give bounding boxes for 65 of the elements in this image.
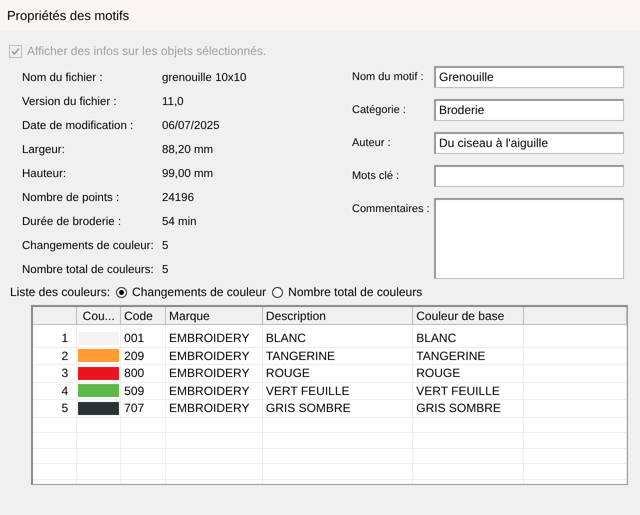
checkbox-label: Afficher des infos sur les objets sélectionnés. [27, 44, 266, 58]
field-label: Mots clé : [352, 169, 400, 184]
info-value: 24196 [162, 192, 195, 204]
input-field[interactable]: Grenouille [434, 66, 624, 88]
table-cell: GRIS SOMBRE [412, 400, 524, 417]
info-value: 06/07/2025 [162, 120, 221, 132]
info-label: Changements de couleur: [22, 240, 155, 252]
row-number: 2 [33, 347, 77, 364]
column-header[interactable]: Description [262, 307, 413, 324]
field-label: Auteur : [352, 136, 392, 151]
column-header[interactable]: Marque [166, 307, 262, 324]
color-list-label: Liste des couleurs: [10, 285, 110, 299]
table-cell: 509 [120, 382, 166, 400]
column-header[interactable]: Code [120, 307, 166, 324]
radio-label[interactable]: Changements de couleur [132, 285, 266, 299]
input-field[interactable] [434, 165, 624, 187]
window-title: Propriétés des motifs [0, 0, 640, 30]
info-value: 88,20 mm [162, 144, 214, 156]
field-label: Commentaires : [352, 202, 431, 217]
info-value: grenouille 10x10 [162, 72, 248, 84]
table-cell: 001 [120, 330, 166, 347]
table-cell: EMBROIDERY [166, 382, 262, 400]
table-cell: GRIS SOMBRE [262, 400, 413, 417]
table-cell: 800 [120, 364, 166, 382]
info-label: Nombre de points : [22, 192, 120, 204]
info-label: Date de modification : [22, 120, 134, 132]
table-cell: ROUGE [262, 364, 413, 382]
table-cell: EMBROIDERY [166, 364, 262, 382]
info-label: Version du fichier : [22, 96, 118, 108]
table-cell: ROUGE [412, 364, 524, 382]
table-cell: EMBROIDERY [166, 330, 262, 347]
info-value: 54 min [162, 216, 198, 228]
row-number: 5 [33, 400, 77, 417]
row-number: 4 [33, 382, 77, 400]
input-field[interactable]: Broderie [434, 99, 624, 121]
table-cell: VERT FEUILLE [262, 382, 413, 400]
column-header[interactable]: Couleur de base [412, 307, 524, 324]
radio-button[interactable] [272, 286, 284, 298]
table-cell: 707 [120, 400, 166, 417]
column-header[interactable]: Cou... [76, 307, 121, 324]
info-label: Nombre total de couleurs: [22, 264, 155, 276]
field-label: Catégorie : [352, 103, 407, 118]
table-cell: TANGERINE [412, 347, 524, 364]
table-cell: VERT FEUILLE [412, 382, 524, 400]
table-cell: BLANC [262, 330, 413, 347]
info-label: Largeur: [22, 144, 66, 156]
row-number: 3 [33, 364, 77, 382]
radio-button[interactable] [116, 286, 128, 298]
field-label: Nom du motif : [352, 70, 425, 85]
comments-field[interactable] [434, 198, 624, 279]
info-value: 99,00 mm [162, 168, 214, 180]
input-field[interactable]: Du ciseau à l'aiguille [434, 132, 624, 154]
table-cell: EMBROIDERY [166, 347, 262, 364]
row-number: 1 [33, 330, 77, 347]
info-value: 5 [162, 240, 170, 252]
info-value: 11,0 [162, 96, 185, 108]
info-label: Durée de broderie : [22, 216, 122, 228]
table-cell: BLANC [412, 330, 524, 347]
table-cell: TANGERINE [262, 347, 413, 364]
table-cell: 209 [120, 347, 166, 364]
info-label: Nom du fichier : [22, 72, 104, 84]
info-value: 5 [162, 264, 170, 276]
table-cell: EMBROIDERY [166, 400, 262, 417]
info-label: Hauteur: [22, 168, 68, 180]
radio-label[interactable]: Nombre total de couleurs [288, 285, 422, 299]
